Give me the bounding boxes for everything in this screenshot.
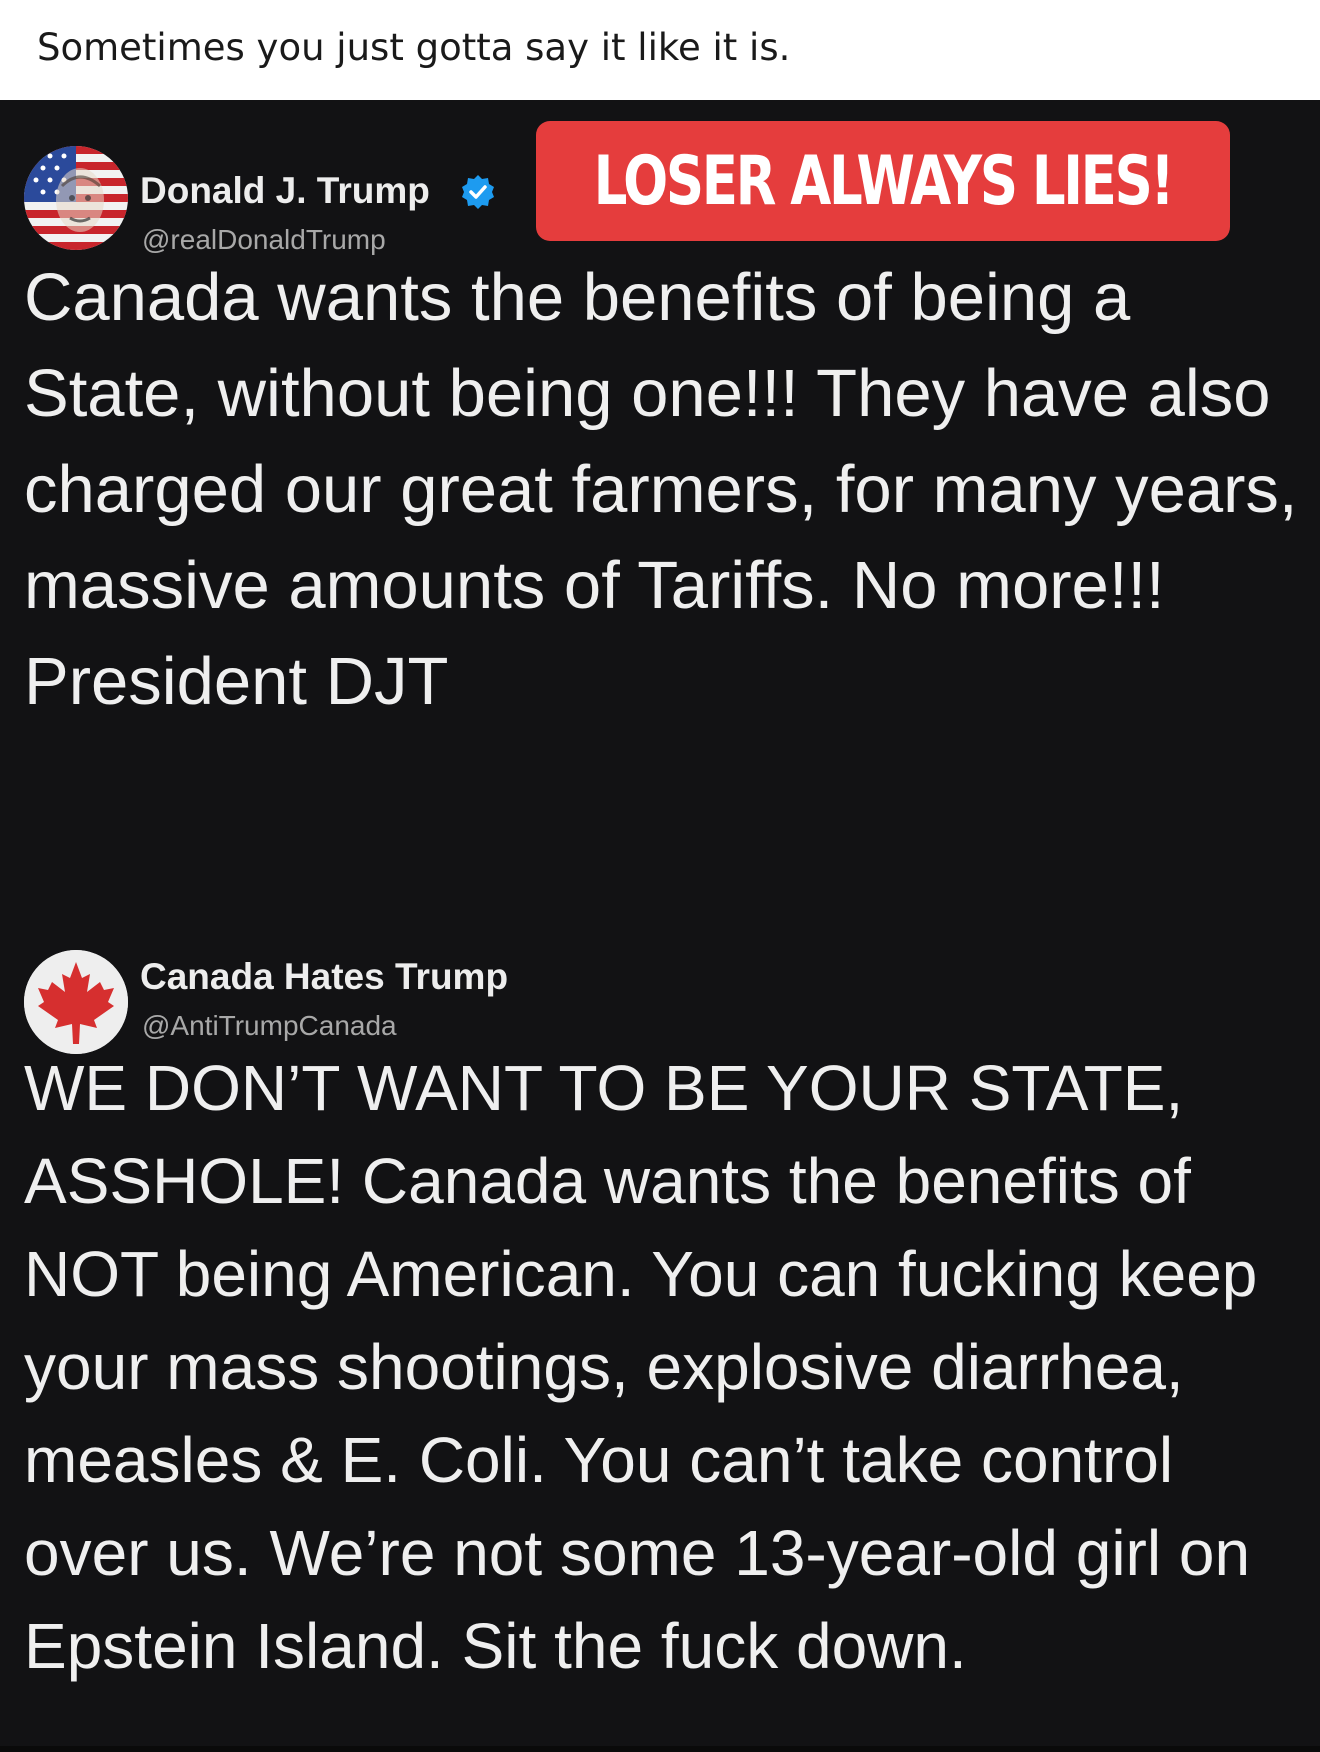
tweet-text: WE DON’T WANT TO BE YOUR STATE, ASSHOLE!… xyxy=(24,1052,1258,1682)
author-name[interactable]: Donald J. Trump xyxy=(140,170,430,212)
verified-badge-icon xyxy=(462,175,494,209)
banner-text: LOSER ALWAYS LIES! xyxy=(593,141,1175,221)
flag-portrait-avatar xyxy=(24,146,128,250)
author-name[interactable]: Canada Hates Trump xyxy=(140,956,508,998)
maple-leaf-avatar xyxy=(24,950,128,1054)
post-caption-bar: Sometimes you just gotta say it like it … xyxy=(0,0,1320,100)
post-caption: Sometimes you just gotta say it like it … xyxy=(37,26,791,69)
author-handle[interactable]: @AntiTrumpCanada xyxy=(142,1010,397,1042)
loser-always-lies-banner: LOSER ALWAYS LIES! xyxy=(536,121,1230,241)
tweet-text: Canada wants the benefits of being a Sta… xyxy=(24,260,1298,719)
image-bottom-edge xyxy=(0,1746,1320,1752)
meme-image[interactable]: Donald J. Trump @realDonaldTrump Canada … xyxy=(0,100,1320,1752)
